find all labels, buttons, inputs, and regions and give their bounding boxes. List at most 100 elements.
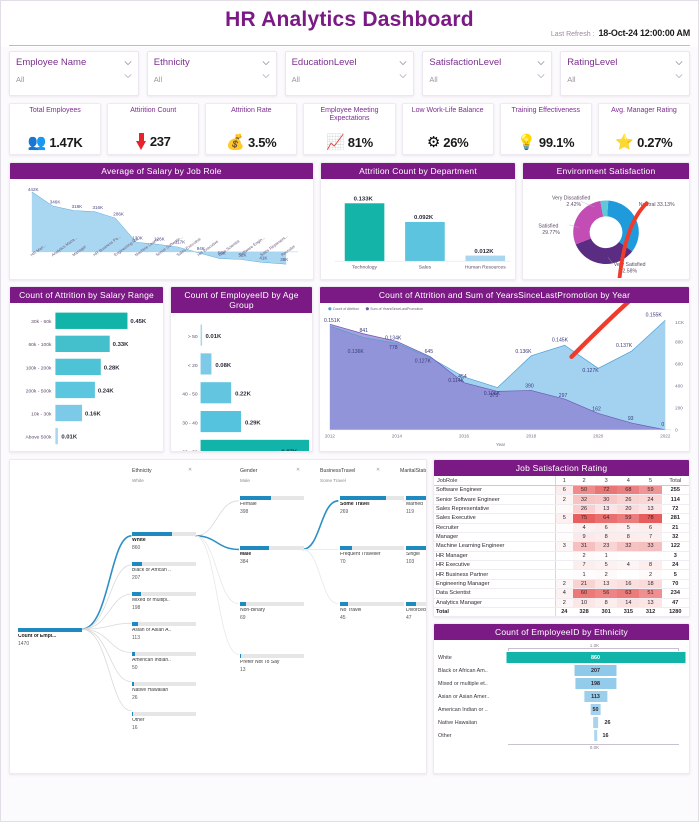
cell-role: Data Scientist (434, 588, 556, 599)
tree-node-travel-some[interactable]: Some Travel 269 (340, 496, 404, 515)
decomposition-tree[interactable]: Ethnicity White ✕ Gender Male ✕ Business… (9, 459, 427, 774)
tree-col-header-gender[interactable]: Gender (240, 468, 257, 474)
table-row[interactable]: HR Manager 2 1 3 (434, 551, 689, 562)
tree-node-marital-divorced[interactable]: Divorced 47 (406, 602, 426, 621)
cell-role: HR Business Partner (434, 569, 556, 580)
eth-row[interactable]: American Indian or .. 50 (434, 703, 685, 716)
tree-node-travel-none[interactable]: No Travel 45 (340, 602, 404, 621)
eth-row[interactable]: Native Hawaiian 26 (434, 716, 685, 729)
chevron-down-icon[interactable] (262, 72, 270, 80)
kpi-attrition-rate[interactable]: Attrition Rate 💰 3.5% (205, 103, 298, 155)
kpi-employee-meeting-expectations[interactable]: Employee Meeting Expectations 📈 81% (303, 103, 396, 155)
table-row[interactable]: Data Scientist 4 60 56 63 51 234 (434, 588, 689, 599)
eth-row[interactable]: Asian or Asian Amer.. 113 (434, 690, 685, 703)
tree-node-label: Married (406, 502, 423, 507)
slicer-education-level[interactable]: EducationLevel All (284, 51, 415, 96)
eth-row[interactable]: Black or African Am.. 207 (434, 664, 685, 677)
tree-node-ethnicity-american-indian[interactable]: American Indian.. 50 (132, 652, 196, 671)
col-jobrole[interactable]: JobRole (434, 476, 556, 486)
chevron-down-icon[interactable] (537, 72, 545, 80)
table-row[interactable]: Analytics Manager 2 10 8 14 13 47 (434, 598, 689, 608)
chevron-down-icon[interactable] (399, 72, 407, 80)
table-row[interactable]: Manager 9 8 8 7 32 (434, 532, 689, 543)
col-5[interactable]: 5 (639, 476, 662, 486)
chevron-down-icon[interactable] (675, 59, 683, 67)
chevron-down-icon[interactable] (675, 72, 683, 80)
kpi-avg-manager-rating[interactable]: Avg. Manager Rating ⭐ 0.27% (597, 103, 690, 155)
chart-plot-area: 1.0K White 860 Black or African Am.. 207… (434, 640, 689, 772)
tree-node-marital-single[interactable]: Single 103 (406, 546, 426, 565)
chart-employeeid-by-ethnicity[interactable]: Count of EmployeeID by Ethnicity 1.0K Wh… (433, 623, 690, 774)
close-icon[interactable]: ✕ (296, 467, 300, 473)
chevron-down-icon[interactable] (124, 59, 132, 67)
kpi-attrition-count[interactable]: Attirition Count 237 (107, 103, 200, 155)
tree-node-travel-frequent[interactable]: Frequent Traveller 70 (340, 546, 404, 565)
table-row[interactable]: HR Executive 7 5 4 8 24 (434, 560, 689, 571)
tree-node-ethnicity-mixed[interactable]: Mixed or multipl.. 198 (132, 592, 196, 611)
slicer-satisfaction-level[interactable]: SatisfactionLevel All (422, 51, 553, 96)
tree-node-ethnicity-other[interactable]: Other 16 (132, 712, 196, 731)
col-3[interactable]: 3 (595, 476, 618, 486)
eth-row[interactable]: Other 16 (434, 729, 685, 742)
close-icon[interactable]: ✕ (376, 467, 380, 473)
cell-3: 30 (595, 494, 618, 505)
tree-node-ethnicity-white[interactable]: White 860 (132, 532, 196, 551)
chart-attrition-by-salary-range[interactable]: Count of Attrition by Salary Range 0.45K… (9, 286, 164, 452)
tree-node-marital-married[interactable]: Married 119 (406, 496, 426, 515)
slicer-rating-level[interactable]: RatingLevel All (560, 51, 690, 96)
chart-attrition-and-promotion-by-year[interactable]: Count of Attrition and Sum of YearsSince… (319, 286, 690, 452)
tree-node-gender-female[interactable]: Female 398 (240, 496, 304, 515)
table-row[interactable]: Sales Executive 5 75 64 59 78 281 (434, 513, 689, 524)
table-job-satisfaction-rating[interactable]: Job Satisfaction Rating JobRole 1 2 3 4 … (433, 459, 690, 617)
table-row[interactable]: Engineering Manager 2 21 13 16 18 70 (434, 579, 689, 590)
tree-node-ethnicity-hawaiian[interactable]: Native Hawaiian 26 (132, 682, 196, 701)
eth-label: Native Hawaiian (438, 719, 477, 726)
chevron-down-icon[interactable] (399, 59, 407, 67)
chart-employeeid-by-age-group[interactable]: Count of EmployeeID by Age Group 0.01K 0… (170, 286, 313, 452)
col-total[interactable]: Total (661, 476, 689, 486)
table-row[interactable]: HR Business Partner 1 2 2 5 (434, 569, 689, 580)
tree-node-gender-male[interactable]: Male 384 (240, 546, 304, 565)
cell-5: 6 (639, 523, 662, 533)
chart-environment-satisfaction[interactable]: Environment Satisfaction Very Dissatisfi… (522, 162, 690, 280)
dashboard-page: HR Analytics Dashboard Last Refresh : 18… (0, 0, 699, 822)
cell-2: 2 (572, 551, 596, 562)
table-row[interactable]: Sales Representative 26 13 20 13 72 (434, 504, 689, 515)
col-1[interactable]: 1 (554, 476, 573, 486)
kpi-total-employees[interactable]: Total Employees 👥 1.47K (9, 103, 102, 155)
chevron-down-icon[interactable] (537, 59, 545, 67)
table-row[interactable]: Software Engineer 6 50 72 68 59 255 (434, 485, 689, 496)
svg-text:Technology: Technology (352, 265, 378, 271)
salary-area-svg: 442K 346K 318K 316K 286K 130K 126K 117K … (28, 187, 299, 265)
tree-node-gender-prefer-not-to-say[interactable]: Prefer Not To Say 13 (240, 654, 304, 673)
cell-role: Analytics Manager (434, 598, 556, 608)
tree-col-header-ethnicity[interactable]: Ethnicity (132, 468, 152, 474)
kpi-value: 99.1% (538, 135, 575, 150)
col-4[interactable]: 4 (617, 476, 640, 486)
slicer-employee-name[interactable]: Employee Name All (9, 51, 139, 96)
chart-salary-by-job-role[interactable]: Average of Salary by Job Role 442K 346K … (9, 162, 314, 280)
chevron-down-icon[interactable] (124, 72, 132, 80)
tree-node-root[interactable]: Count of Empl... 1470 (18, 628, 82, 647)
cell-3: 301 (595, 606, 618, 616)
col-2[interactable]: 2 (572, 476, 596, 486)
chart-attrition-by-department[interactable]: Attrition Count by Department 0.133K 0.0… (320, 162, 516, 280)
visual-row-3: Count of Attrition by Salary Range 0.45K… (1, 280, 698, 452)
table-row[interactable]: Senior Software Engineer 2 32 30 26 24 114 (434, 494, 689, 505)
eth-row[interactable]: White 860 (434, 651, 685, 664)
close-icon[interactable]: ✕ (188, 467, 192, 473)
tree-col-header-businesstravel[interactable]: BusinessTravel (320, 468, 355, 474)
chevron-down-icon[interactable] (262, 59, 270, 67)
eth-row[interactable]: Mixed or multiple et.. 198 (434, 677, 685, 690)
table-row[interactable]: Machine Learning Engineer 3 31 23 32 33 122 (434, 541, 689, 552)
kpi-training-effectiveness[interactable]: Training Effectiveness 💡 99.1% (499, 103, 592, 155)
tree-col-header-maritalstatus[interactable]: MaritalStatus (400, 468, 426, 474)
tree-node-gender-nonbinary[interactable]: Non-Binary 69 (240, 602, 304, 621)
slicer-ethnicity[interactable]: Ethnicity All (146, 51, 277, 96)
table-row[interactable]: Recruiter 4 6 5 6 21 (434, 523, 689, 533)
cell-role: Recruiter (434, 523, 556, 533)
kpi-low-work-life-balance[interactable]: Low Work-Life Balance ⚙ 26% (401, 103, 494, 155)
tree-node-ethnicity-asian[interactable]: Asian or Asian A.. 113 (132, 622, 196, 641)
cell-4: 8 (617, 532, 640, 543)
tree-node-ethnicity-black[interactable]: Black or African .. 207 (132, 562, 196, 581)
